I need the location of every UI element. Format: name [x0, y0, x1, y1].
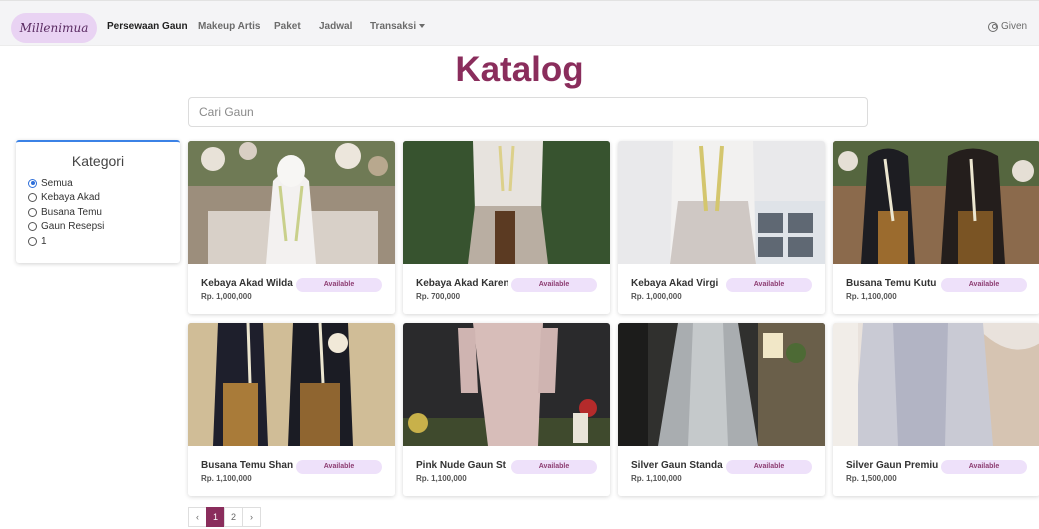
kategori-option-gaun-resepsi[interactable]: Gaun Resepsi — [28, 220, 180, 235]
status-badge: Available — [941, 460, 1027, 474]
product-card[interactable]: Silver Gaun Premiu Rp. 1,500,000 Availab… — [833, 323, 1039, 496]
kategori-option-semua[interactable]: Semua — [28, 176, 180, 191]
pagination-next-button[interactable]: › — [242, 507, 261, 527]
product-name: Silver Gaun Standa — [631, 460, 723, 471]
product-price: Rp. 1,100,000 — [631, 474, 682, 483]
kategori-options: Semua Kebaya Akad Busana Temu Gaun Resep… — [28, 176, 180, 249]
nav-link-jadwal[interactable]: Jadwal — [319, 21, 352, 32]
product-photo[interactable] — [188, 141, 395, 264]
nav-link-transaksi-label: Transaksi — [370, 21, 417, 32]
kategori-option-label: Semua — [41, 177, 73, 189]
radio-button[interactable] — [28, 193, 37, 203]
radio-button[interactable] — [28, 236, 37, 246]
user-menu[interactable]: Given — [988, 21, 1027, 32]
chevron-down-icon — [419, 24, 426, 29]
product-price: Rp. 1,000,000 — [201, 292, 252, 301]
pagination-prev-button[interactable]: ‹ — [188, 507, 207, 527]
product-price: Rp. 1,100,000 — [416, 474, 467, 483]
kategori-option-label: 1 — [41, 235, 47, 247]
product-photo[interactable] — [833, 141, 1039, 264]
product-price: Rp. 700,000 — [416, 292, 461, 301]
product-card[interactable]: Kebaya Akad Karen Rp. 700,000 Available — [403, 141, 610, 314]
status-badge: Available — [726, 278, 812, 292]
status-badge: Available — [296, 460, 382, 474]
product-price: Rp. 1,100,000 — [201, 474, 252, 483]
product-price: Rp. 1,500,000 — [846, 474, 897, 483]
pagination: ‹ 1 2 › — [188, 507, 261, 527]
radio-button[interactable] — [28, 207, 37, 217]
nav-link-transaksi[interactable]: Transaksi — [370, 21, 426, 32]
navbar: Millenimua Persewaan Gaun Makeup Artis P… — [0, 0, 1039, 46]
kategori-option-label: Busana Temu — [41, 206, 102, 218]
radio-button[interactable] — [28, 222, 37, 232]
kategori-filter-card: Kategori Semua Kebaya Akad Busana Temu G… — [16, 140, 180, 263]
brand-logo[interactable]: Millenimua — [11, 13, 97, 43]
status-badge: Available — [511, 460, 597, 474]
user-circle-icon — [988, 21, 998, 32]
status-badge: Available — [511, 278, 597, 292]
status-badge: Available — [941, 278, 1027, 292]
kategori-option-kebaya-akad[interactable]: Kebaya Akad — [28, 191, 180, 206]
kategori-option-1[interactable]: 1 — [28, 234, 180, 249]
product-name: Kebaya Akad Virgi — [631, 278, 719, 289]
product-name: Silver Gaun Premiu — [846, 460, 938, 471]
product-card[interactable]: Silver Gaun Standa Rp. 1,100,000 Availab… — [618, 323, 825, 496]
pagination-page-2[interactable]: 2 — [224, 507, 243, 527]
product-photo[interactable] — [403, 323, 610, 446]
product-card[interactable]: Kebaya Akad Wilda Rp. 1,000,000 Availabl… — [188, 141, 395, 314]
product-card[interactable]: Pink Nude Gaun St Rp. 1,100,000 Availabl… — [403, 323, 610, 496]
product-card[interactable]: Busana Temu Kutu Rp. 1,100,000 Available — [833, 141, 1039, 314]
product-card[interactable]: Kebaya Akad Virgi Rp. 1,000,000 Availabl… — [618, 141, 825, 314]
nav-link-persewaan-gaun[interactable]: Persewaan Gaun — [107, 21, 188, 32]
product-photo[interactable] — [833, 323, 1039, 446]
product-name: Pink Nude Gaun St — [416, 460, 507, 471]
status-badge: Available — [726, 460, 812, 474]
product-name: Kebaya Akad Karen — [416, 278, 508, 289]
page-title: Katalog — [455, 50, 584, 89]
kategori-option-label: Gaun Resepsi — [41, 221, 105, 233]
product-name: Busana Temu Kutu — [846, 278, 937, 289]
nav-link-makeup-artis[interactable]: Makeup Artis — [198, 21, 260, 32]
search-input[interactable] — [188, 97, 868, 127]
product-photo[interactable] — [403, 141, 610, 264]
product-photo[interactable] — [618, 141, 825, 264]
product-price: Rp. 1,000,000 — [631, 292, 682, 301]
kategori-option-busana-temu[interactable]: Busana Temu — [28, 205, 180, 220]
nav-link-paket[interactable]: Paket — [274, 21, 301, 32]
product-photo[interactable] — [188, 323, 395, 446]
radio-button[interactable] — [28, 178, 37, 188]
product-name: Kebaya Akad Wilda — [201, 278, 293, 289]
status-badge: Available — [296, 278, 382, 292]
product-card[interactable]: Busana Temu Shan Rp. 1,100,000 Available — [188, 323, 395, 496]
pagination-page-1[interactable]: 1 — [206, 507, 225, 527]
product-price: Rp. 1,100,000 — [846, 292, 897, 301]
product-name: Busana Temu Shan — [201, 460, 293, 471]
product-photo[interactable] — [618, 323, 825, 446]
user-name: Given — [1001, 21, 1028, 32]
kategori-option-label: Kebaya Akad — [41, 192, 100, 204]
kategori-title: Kategori — [71, 153, 125, 169]
